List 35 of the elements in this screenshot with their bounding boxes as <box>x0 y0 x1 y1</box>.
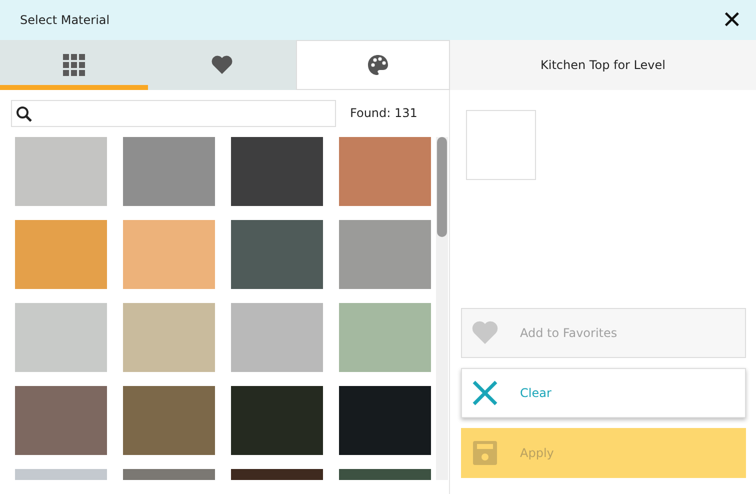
scrollbar[interactable] <box>436 137 448 480</box>
material-swatch[interactable] <box>123 386 215 455</box>
material-swatch[interactable] <box>231 303 323 372</box>
scrollbar-thumb[interactable] <box>437 137 447 237</box>
window-title: Select Material <box>20 12 110 29</box>
material-swatch[interactable] <box>123 137 215 206</box>
heart-icon <box>472 320 498 346</box>
tab[interactable] <box>0 40 148 90</box>
material-swatch[interactable] <box>339 386 431 455</box>
result-count: Found: 131 <box>350 105 418 122</box>
close-button[interactable]: ✕ <box>722 8 742 32</box>
material-swatch[interactable] <box>123 220 215 289</box>
material-swatch[interactable] <box>123 303 215 372</box>
material-swatch[interactable] <box>15 220 107 289</box>
clear-button[interactable]: Clear <box>461 368 746 418</box>
material-swatch[interactable] <box>231 137 323 206</box>
palette-icon <box>367 54 389 76</box>
tab[interactable] <box>296 40 450 90</box>
tab[interactable] <box>148 40 296 90</box>
grid-icon <box>63 54 85 76</box>
heart-icon <box>211 54 233 76</box>
material-preview <box>466 110 536 180</box>
close-icon <box>472 380 498 406</box>
save-icon <box>472 440 498 466</box>
material-swatch[interactable] <box>15 137 107 206</box>
search-icon <box>16 106 32 122</box>
material-swatch[interactable] <box>339 220 431 289</box>
material-swatch[interactable] <box>231 220 323 289</box>
material-swatch[interactable] <box>15 303 107 372</box>
material-swatch[interactable] <box>339 303 431 372</box>
panel-title: Kitchen Top for Level <box>540 57 666 74</box>
search-field[interactable] <box>11 100 336 127</box>
material-swatch[interactable] <box>231 386 323 455</box>
material-swatch[interactable] <box>15 386 107 455</box>
material-swatch[interactable] <box>339 137 431 206</box>
